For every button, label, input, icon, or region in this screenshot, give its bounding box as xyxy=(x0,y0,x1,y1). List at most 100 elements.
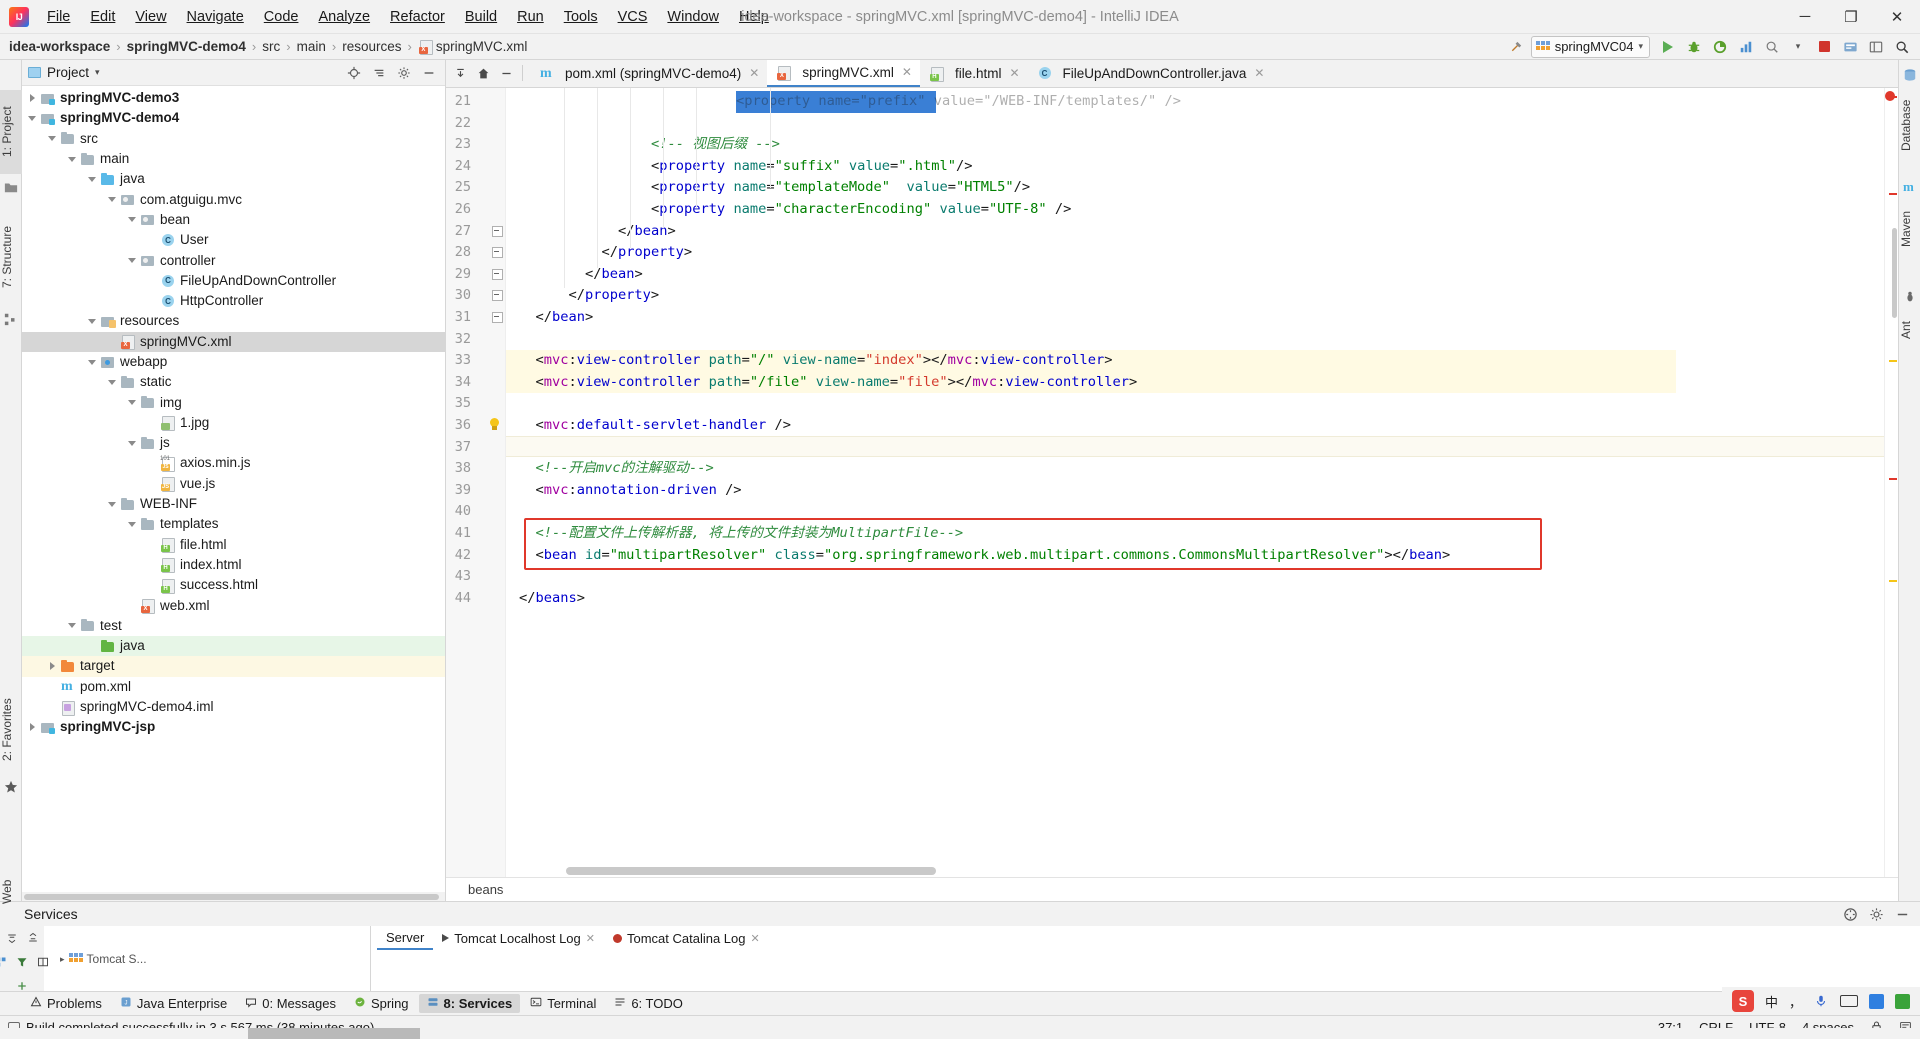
editor-gutter[interactable]: 21 22 23 24 25 26 27 28 29 30 31 32 33 34 35 36 37 38 39 40… xyxy=(446,88,506,877)
menu-analyze[interactable]: Analyze xyxy=(308,5,380,29)
tree-node-bean[interactable]: bean xyxy=(22,210,445,230)
code-line[interactable] xyxy=(506,113,1884,135)
code-line[interactable]: <mvc:view-controller path="/" view-name=… xyxy=(506,350,1884,372)
ime-punctuation-toggle[interactable]: ， xyxy=(1789,992,1802,1011)
breadcrumb-item-2[interactable]: src xyxy=(262,39,280,54)
chevron-down-icon[interactable] xyxy=(26,112,39,125)
gear-icon[interactable] xyxy=(392,61,416,85)
chevron-down-icon[interactable] xyxy=(106,376,119,389)
tree-node-target[interactable]: target xyxy=(22,656,445,677)
bottom-tab-terminal[interactable]: Terminal xyxy=(522,994,604,1013)
layout-icon[interactable] xyxy=(1864,35,1888,59)
menu-file[interactable]: File xyxy=(37,5,80,29)
code-line[interactable]: <mvc:annotation-driven /> xyxy=(506,480,1884,502)
menu-help[interactable]: Help xyxy=(729,5,779,29)
breadcrumb-item-1[interactable]: springMVC-demo4 xyxy=(127,39,246,54)
code-line[interactable]: </bean> xyxy=(506,307,1884,329)
menu-code[interactable]: Code xyxy=(254,5,309,29)
tab-close-icon[interactable]: ✕ xyxy=(1254,66,1264,80)
tree-node-springmvc-demo4-iml[interactable]: springMVC-demo4.iml xyxy=(22,697,445,717)
chevron-right-icon[interactable] xyxy=(26,721,39,734)
services-tree[interactable]: ▸ Tomcat S... xyxy=(44,926,370,991)
chevron-right-icon[interactable] xyxy=(46,660,59,673)
tree-node-java[interactable]: java xyxy=(22,636,445,657)
menu-vcs[interactable]: VCS xyxy=(608,5,658,29)
chevron-down-icon[interactable] xyxy=(126,254,139,267)
hide-panel-icon[interactable] xyxy=(417,61,441,85)
chevron-down-icon[interactable] xyxy=(126,396,139,409)
sidebar-item-favorites[interactable]: 2: Favorites xyxy=(0,680,22,780)
run-configuration-selector[interactable]: springMVC04 ▾ xyxy=(1530,35,1650,58)
ime-toolbox-icon[interactable] xyxy=(1869,993,1884,1009)
menu-run[interactable]: Run xyxy=(507,5,554,29)
tree-node-static[interactable]: static xyxy=(22,372,445,392)
menu-tools[interactable]: Tools xyxy=(554,5,608,29)
chevron-down-icon[interactable] xyxy=(86,315,99,328)
menu-window[interactable]: Window xyxy=(657,5,729,29)
breadcrumb-item-4[interactable]: resources xyxy=(342,39,401,54)
tab-close-icon[interactable]: ✕ xyxy=(586,932,595,945)
tree-node-index-html[interactable]: Hindex.html xyxy=(22,555,445,575)
tree-node-test[interactable]: test xyxy=(22,616,445,636)
tree-node-1-jpg[interactable]: 1.jpg xyxy=(22,413,445,433)
inspection-status-error-icon[interactable] xyxy=(1885,91,1895,101)
tree-node-web-inf[interactable]: WEB-INF xyxy=(22,494,445,514)
menu-refactor[interactable]: Refactor xyxy=(380,5,455,29)
locate-file-icon[interactable] xyxy=(342,61,366,85)
tree-node-fileupanddowncontroller[interactable]: FileUpAndDownController xyxy=(22,271,445,291)
services-tab-server[interactable]: Server xyxy=(377,926,434,950)
tree-node-java[interactable]: java xyxy=(22,169,445,189)
minimize-icon[interactable] xyxy=(496,63,516,83)
gear-icon[interactable] xyxy=(1864,902,1888,926)
run-with-coverage-button[interactable] xyxy=(1708,35,1732,59)
tree-node-resources[interactable]: resources xyxy=(22,311,445,331)
tree-node-com-atguigu-mvc[interactable]: com.atguigu.mvc xyxy=(22,189,445,209)
project-tree[interactable]: springMVC-demo3 springMVC-demo4 src main jav… xyxy=(22,86,445,892)
fold-marker[interactable] xyxy=(492,247,503,259)
bottom-tab-services[interactable]: 8: Services xyxy=(418,994,521,1013)
sogou-ime-logo-icon[interactable]: S xyxy=(1731,990,1754,1012)
chevron-down-icon[interactable] xyxy=(66,619,79,632)
breadcrumb-item-3[interactable]: main xyxy=(297,39,326,54)
chevron-right-icon[interactable]: ▸ xyxy=(60,954,65,965)
bottom-tab-todo[interactable]: 6: TODO xyxy=(606,994,691,1013)
services-tab-tomcat-catalina-log[interactable]: Tomcat Catalina Log ✕ xyxy=(604,926,769,950)
code-line[interactable] xyxy=(506,393,1884,415)
editor-scroll-thumb[interactable] xyxy=(1892,228,1897,318)
tab-close-icon[interactable]: ✕ xyxy=(902,65,912,79)
tab-fileupanddowncontroller-java[interactable]: FileUpAndDownController.java ✕ xyxy=(1027,59,1273,87)
menu-navigate[interactable]: Navigate xyxy=(177,5,254,29)
tab-springmvc-xml[interactable]: X springMVC.xml ✕ xyxy=(767,59,920,87)
code-line[interactable]: </property> xyxy=(506,285,1884,307)
project-tree-hscrollbar[interactable] xyxy=(22,892,445,901)
tree-node-controller[interactable]: controller xyxy=(22,250,445,270)
code-line[interactable]: <mvc:view-controller path="/file" view-n… xyxy=(506,372,1884,394)
collapse-all-icon[interactable] xyxy=(23,928,43,948)
tab-pom-xml[interactable]: pom.xml (springMVC-demo4) ✕ xyxy=(530,59,768,87)
chevron-down-icon-2[interactable]: ▾ xyxy=(1786,35,1810,59)
bottom-tab-java-enterprise[interactable]: J Java Enterprise xyxy=(112,994,235,1013)
editor-hscrollbar[interactable] xyxy=(566,867,1856,875)
home-icon[interactable] xyxy=(473,63,493,83)
expand-all-icon[interactable] xyxy=(2,928,22,948)
tree-node-main[interactable]: main xyxy=(22,149,445,169)
code-line[interactable]: </beans> xyxy=(506,588,1884,610)
chevron-down-icon[interactable] xyxy=(86,356,99,369)
menu-view[interactable]: View xyxy=(125,5,176,29)
minimize-button[interactable]: ─ xyxy=(1782,0,1828,34)
chevron-down-icon[interactable] xyxy=(126,518,139,531)
tree-node-user[interactable]: User xyxy=(22,230,445,250)
debug-button[interactable] xyxy=(1682,35,1706,59)
breadcrumb-item-5[interactable]: X springMVC.xml xyxy=(418,39,527,55)
tree-node-vue-js[interactable]: JS vue.js xyxy=(22,474,445,494)
chevron-down-icon[interactable] xyxy=(86,173,99,186)
code-content[interactable]: <property name="prefix" value="/WEB-INF/… xyxy=(506,88,1884,877)
tab-close-icon[interactable]: ✕ xyxy=(751,932,760,945)
tree-node-springmvc-xml[interactable]: XspringMVC.xml xyxy=(22,331,445,352)
fold-marker[interactable] xyxy=(492,268,503,280)
keyboard-icon[interactable] xyxy=(1840,995,1858,1007)
code-line[interactable]: <property name="templateMode" value="HTM… xyxy=(506,177,1884,199)
fold-marker[interactable] xyxy=(492,312,503,323)
tree-node-web-xml[interactable]: Xweb.xml xyxy=(22,595,445,615)
build-hammer-icon[interactable] xyxy=(1505,35,1529,59)
